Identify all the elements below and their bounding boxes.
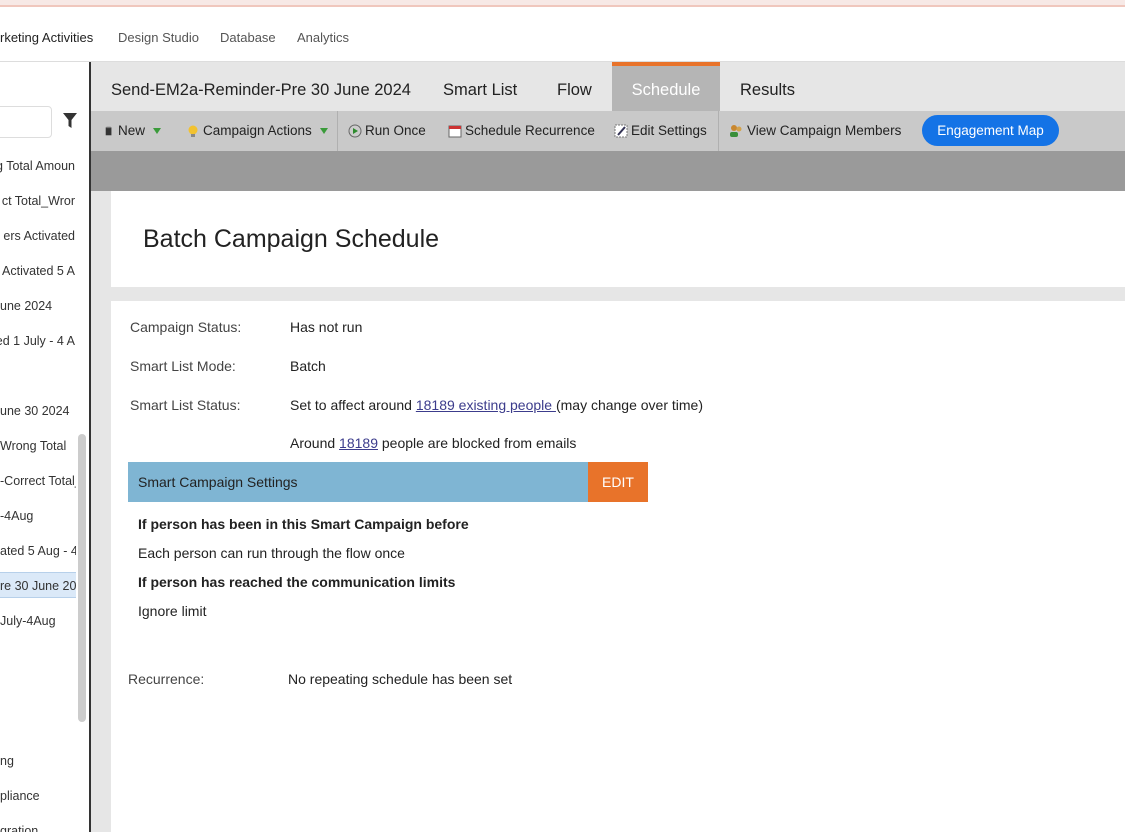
toolbar-separator	[718, 111, 719, 151]
settings-rule-heading: If person has been in this Smart Campaig…	[138, 516, 469, 532]
settings-header: Smart Campaign Settings	[128, 462, 588, 502]
tab-smart-list[interactable]: Smart List	[443, 62, 517, 111]
campaign-actions-button[interactable]: Campaign Actions	[186, 111, 328, 151]
content-area: Batch Campaign Schedule Campaign Status:…	[91, 191, 1125, 832]
new-button[interactable]: New	[105, 111, 162, 151]
tree-item-selected[interactable]: re 30 June 202	[0, 572, 76, 598]
view-campaign-members-label: View Campaign Members	[747, 123, 902, 138]
nav-analytics[interactable]: Analytics	[297, 30, 349, 45]
new-doc-icon	[105, 126, 112, 136]
smart-list-mode-value: Batch	[290, 358, 326, 374]
smart-list-status-label: Smart List Status:	[130, 397, 241, 413]
nav-database[interactable]: Database	[220, 30, 276, 45]
smart-list-status-prefix: Set to affect around	[290, 397, 416, 413]
blocked-people-link[interactable]: 18189	[339, 435, 378, 451]
run-once-label: Run Once	[365, 123, 426, 138]
edit-settings-icon	[614, 124, 628, 138]
members-icon	[730, 125, 742, 137]
campaign-actions-label: Campaign Actions	[203, 123, 312, 138]
blocked-prefix: Around	[290, 435, 340, 451]
existing-people-link[interactable]: 18189 existing people	[416, 397, 556, 413]
recurrence-label: Recurrence:	[128, 671, 205, 687]
header-card: Batch Campaign Schedule	[111, 191, 1125, 287]
schedule-recurrence-label: Schedule Recurrence	[465, 123, 595, 138]
tree-item[interactable]: ed 1 July - 4 A	[0, 328, 76, 354]
tab-bar: Send-EM2a-Reminder-Pre 30 June 2024 Smar…	[91, 62, 1125, 111]
tree-item[interactable]: -4Aug	[0, 503, 76, 529]
toolbar-separator	[337, 111, 338, 151]
blocked-suffix: people are blocked from emails	[377, 435, 577, 451]
top-nav: rketing Activities Design Studio Databas…	[0, 12, 1125, 62]
edit-settings-label: Edit Settings	[631, 123, 707, 138]
chevron-down-icon	[319, 128, 328, 134]
toolbar: New Campaign Actions Run Once Schedule R…	[91, 111, 1125, 151]
calendar-icon	[448, 125, 462, 138]
smart-list-mode-label: Smart List Mode:	[130, 358, 236, 374]
tree-item[interactable]: ng	[0, 748, 76, 774]
tree-item[interactable]: gration	[0, 818, 76, 832]
settings-limit-value: Ignore limit	[138, 603, 207, 619]
tree-item[interactable]: Activated 5 A	[0, 258, 76, 284]
settings-rule-value: Each person can run through the flow onc…	[138, 545, 405, 561]
tab-schedule[interactable]: Schedule	[612, 62, 720, 111]
smart-campaign-settings: Smart Campaign Settings EDIT If person h…	[128, 462, 648, 638]
settings-limit-heading: If person has reached the communication …	[138, 574, 456, 590]
nav-marketing-activities[interactable]: rketing Activities	[0, 30, 93, 45]
tree-item[interactable]: une 2024	[0, 293, 76, 319]
tree-item[interactable]: July-4Aug	[0, 608, 76, 634]
new-label: New	[118, 123, 146, 138]
run-once-button[interactable]: Run Once	[348, 111, 426, 151]
tab-flow[interactable]: Flow	[557, 62, 592, 111]
sidebar-scrollbar[interactable]	[78, 434, 86, 722]
nav-design-studio[interactable]: Design Studio	[118, 30, 199, 45]
recurrence-value: No repeating schedule has been set	[288, 671, 513, 687]
smart-list-status-suffix: (may change over time)	[555, 397, 704, 413]
run-icon	[348, 124, 362, 138]
sidebar-tree: g Total Amoun ct Total_Wror ers Activate…	[0, 62, 90, 832]
tree-item[interactable]: ated 5 Aug - 4	[0, 538, 76, 564]
tree-item[interactable]: g Total Amoun	[0, 153, 76, 179]
blocked-people-text: Around 18189 people are blocked from ema…	[290, 435, 576, 451]
top-strip	[0, 0, 1125, 7]
tab-program-name[interactable]: Send-EM2a-Reminder-Pre 30 June 2024	[111, 62, 411, 111]
filter-icon[interactable]	[62, 112, 78, 130]
lightbulb-icon	[188, 125, 198, 137]
view-campaign-members-button[interactable]: View Campaign Members	[728, 111, 901, 151]
engagement-map-button[interactable]: Engagement Map	[922, 115, 1059, 146]
tree-item[interactable]: une 30 2024	[0, 398, 76, 424]
schedule-details: Campaign Status: Has not run Smart List …	[111, 301, 1125, 832]
chevron-down-icon	[153, 128, 162, 134]
schedule-recurrence-button[interactable]: Schedule Recurrence	[448, 111, 595, 151]
tree-item[interactable]: ers Activated	[0, 223, 76, 249]
sub-toolbar	[91, 151, 1125, 191]
tab-results[interactable]: Results	[740, 62, 795, 111]
campaign-status-value: Has not run	[290, 319, 363, 335]
sidebar-search-input[interactable]	[0, 106, 52, 138]
smart-list-status-value: Set to affect around 18189 existing peop…	[290, 397, 703, 413]
tree-item[interactable]: pliance	[0, 783, 76, 809]
edit-button[interactable]: EDIT	[588, 462, 648, 502]
edit-settings-button[interactable]: Edit Settings	[614, 111, 707, 151]
campaign-status-label: Campaign Status:	[130, 319, 242, 335]
tree-item[interactable]: Wrong Total	[0, 433, 76, 459]
tree-item[interactable]: ct Total_Wror	[0, 188, 76, 214]
tree-item[interactable]: -Correct Total_	[0, 468, 76, 494]
main-area: Send-EM2a-Reminder-Pre 30 June 2024 Smar…	[91, 62, 1125, 832]
page-title: Batch Campaign Schedule	[143, 225, 440, 253]
